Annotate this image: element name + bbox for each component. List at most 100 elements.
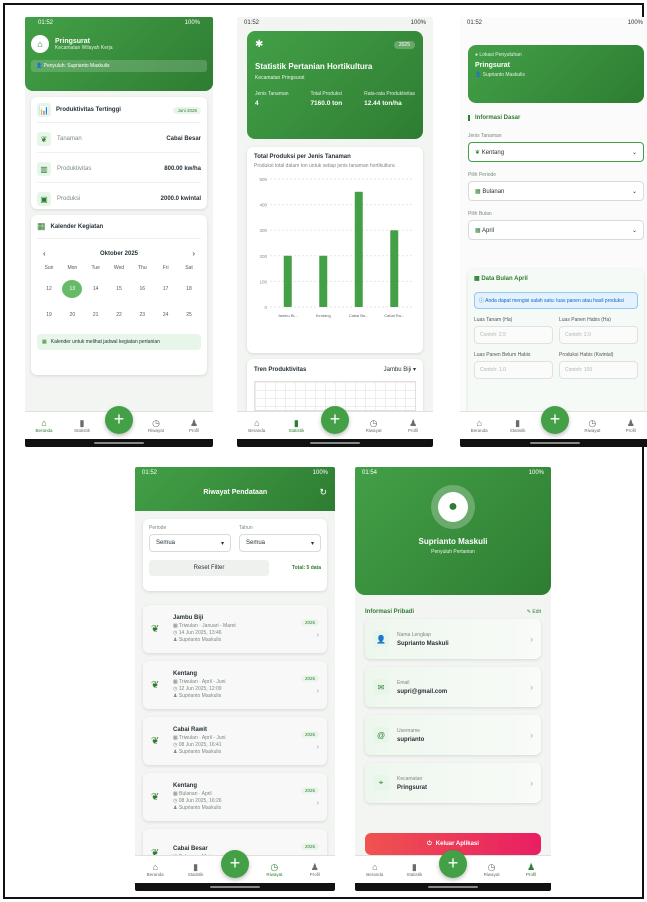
calendar-day[interactable]: 24: [156, 306, 176, 324]
calendar-day[interactable]: 14: [86, 280, 106, 298]
nav-profil[interactable]: ♟ Profil: [616, 418, 646, 433]
history-item[interactable]: ❦ Cabai Rawit ▦ Triwulan · April - Juni ◷ 0…: [143, 717, 327, 765]
add-button[interactable]: +: [540, 405, 569, 434]
stat-item: Rata-rata Produktivitas 12.44 ton/ha: [364, 91, 415, 107]
nav-statistik[interactable]: ▮ Statistik: [399, 862, 429, 877]
calendar-day[interactable]: 21: [86, 306, 106, 324]
calendar-day[interactable]: 20: [62, 306, 82, 324]
field-input[interactable]: Contoh: 1.0: [474, 361, 553, 379]
nav-profil[interactable]: ♟ Profil: [516, 862, 546, 877]
sprout-icon: ✱: [255, 39, 264, 50]
x-tick-label: Kentang: [316, 313, 331, 318]
bottom-nav: ⌂ Beranda ▮ Statistik + ◷ Riwayat ♟ Profil: [135, 849, 335, 883]
history-icon: ◷: [369, 418, 378, 428]
y-tick-label: 300: [259, 228, 267, 233]
mail-icon: ✉: [373, 679, 389, 695]
x-tick-label: Cabai Be...: [349, 313, 369, 318]
bar[interactable]: [319, 255, 328, 307]
refresh-icon[interactable]: ↻: [319, 487, 327, 498]
bar[interactable]: [283, 255, 292, 307]
bar[interactable]: [390, 230, 399, 307]
calendar-day[interactable]: 18: [179, 280, 199, 298]
field-input[interactable]: Contoh: 2.5: [474, 326, 553, 344]
add-button[interactable]: +: [438, 849, 467, 878]
periode-filter[interactable]: Semua ▾: [149, 534, 231, 552]
field-label: Luas Panen Belum Habis: [474, 352, 531, 358]
bulan-select[interactable]: ▦ April ⌄: [468, 220, 644, 240]
calendar-day[interactable]: 25: [179, 306, 199, 324]
profile-field[interactable]: ✉ Email supri@gmail.com ›: [365, 667, 541, 707]
nav-riwayat[interactable]: ◷ Riwayat: [477, 862, 507, 877]
trend-select[interactable]: Jambu Biji ▾: [384, 366, 416, 373]
reset-filter-button[interactable]: Reset Filter: [149, 560, 269, 576]
profile-field[interactable]: ⌖ Kecamatan Pringsurat ›: [365, 763, 541, 803]
calendar-day[interactable]: 12: [39, 280, 59, 298]
calendar-day[interactable]: 15: [109, 280, 129, 298]
phone-home: 01:52 100% ⌂ Pringsurat Kecamatan Wilayah…: [25, 17, 213, 447]
year-badge[interactable]: 2025: [393, 40, 415, 49]
bar[interactable]: [354, 191, 363, 307]
location-card: ● Lokasi Penyuluhan Pringsurat 👤 Suprian…: [468, 45, 644, 103]
add-button[interactable]: +: [220, 849, 249, 878]
nav-profil[interactable]: ♟ Profil: [179, 418, 209, 433]
nav-profil[interactable]: ♟ Profil: [300, 862, 330, 877]
stat-item: Jenis Tanaman 4: [255, 91, 289, 107]
history-item[interactable]: ❦ Kentang ▦ Triwulan · April - Juni ◷ 12 Ju…: [143, 661, 327, 709]
history-icon: ◷: [152, 418, 160, 428]
item-name: Kentang: [173, 671, 197, 677]
nav-profil[interactable]: ♟ Profil: [398, 418, 428, 433]
nav-home[interactable]: ⌂ Beranda: [242, 418, 272, 433]
calendar-icon: ▦: [42, 339, 47, 345]
calendar-day[interactable]: 13: [62, 280, 83, 298]
nav-riwayat[interactable]: ◷ Riwayat: [577, 418, 607, 433]
nav-riwayat[interactable]: ◷ Riwayat: [141, 418, 171, 433]
add-button[interactable]: +: [320, 405, 349, 434]
bar-chart: 0 100 200 300 400 500 Jambu Bi... Kentang Cabai …: [259, 177, 412, 318]
calendar-day[interactable]: 23: [132, 306, 152, 324]
home-logo-icon: ⌂: [31, 35, 49, 53]
form-field: Produksi Habis (Kwintal) Contoh: 100: [559, 352, 638, 379]
user-line: 👤 Penyuluh: Suprianto Maskulis: [31, 60, 207, 72]
phone-profile: 01:54 100% ● Suprianto Maskuli Penyuluh P…: [355, 467, 551, 891]
period-badge: Juni 2025: [173, 106, 201, 114]
item-name: Kentang: [173, 783, 197, 789]
nav-statistik[interactable]: ▮ Statistik: [181, 862, 211, 877]
calendar-day[interactable]: 16: [132, 280, 152, 298]
nav-home[interactable]: ⌂ Beranda: [140, 862, 170, 877]
field-input[interactable]: Contoh: 100: [559, 361, 638, 379]
periode-select[interactable]: ▦ Bulanan ⌄: [468, 181, 644, 201]
nav-home[interactable]: ⌂ Beranda: [360, 862, 390, 877]
bar-chart-icon: ▮: [411, 862, 417, 872]
nav-statistik[interactable]: ▮ Statistik: [281, 418, 311, 433]
edit-button[interactable]: ✎ Edit: [527, 609, 541, 615]
nav-riwayat[interactable]: ◷ Riwayat: [359, 418, 389, 433]
field-input[interactable]: Contoh: 2.0: [559, 326, 638, 344]
history-item[interactable]: ❦ Jambu Biji ▦ Triwulan · Januari - Maret ◷…: [143, 605, 327, 653]
jenis-select[interactable]: ❦ Kentang ⌄: [468, 142, 644, 162]
history-item[interactable]: ❦ Kentang ▦ Bulanan · April ◷ 08 Jun 2025, …: [143, 773, 327, 821]
chevron-right-icon: ›: [530, 730, 533, 740]
system-home-bar: [135, 883, 335, 891]
nav-riwayat[interactable]: ◷ Riwayat: [259, 862, 289, 877]
chevron-right-icon[interactable]: ›: [192, 249, 195, 258]
calendar-day[interactable]: 17: [156, 280, 176, 298]
calendar-day[interactable]: 22: [109, 306, 129, 324]
add-button[interactable]: +: [105, 405, 133, 434]
profile-field[interactable]: @ Username suprianto ›: [365, 715, 541, 755]
nav-home[interactable]: ⌂ Beranda: [464, 418, 494, 433]
at-icon: @: [373, 727, 389, 743]
nav-statistik[interactable]: ▮ Statistik: [503, 418, 533, 433]
tahun-filter[interactable]: Semua ▾: [239, 534, 321, 552]
profile-field[interactable]: 👤 Nama Lengkap Suprianto Maskuli ›: [365, 619, 541, 659]
phone-input-form: 01:52 100% ● Lokasi Penyuluhan Pringsurat…: [460, 17, 647, 447]
nav-home[interactable]: ⌂ Beranda: [29, 418, 59, 433]
person-icon: ♟: [310, 862, 319, 872]
item-date: ◷ 12 Jun 2025, 12:09: [173, 686, 222, 692]
bottom-nav: ⌂ Beranda ▮ Statistik + ◷ Riwayat ♟ Profil: [460, 405, 647, 439]
nav-statistik[interactable]: ▮ Statistik: [67, 418, 97, 433]
chart-description: Produksi total dalam ton untuk setiap je…: [254, 163, 395, 169]
chevron-left-icon[interactable]: ‹: [43, 249, 46, 258]
item-date: ◷ 14 Jun 2025, 13:46: [173, 630, 222, 636]
calendar-day[interactable]: 19: [39, 306, 59, 324]
location-icon: ⌖: [373, 775, 389, 791]
